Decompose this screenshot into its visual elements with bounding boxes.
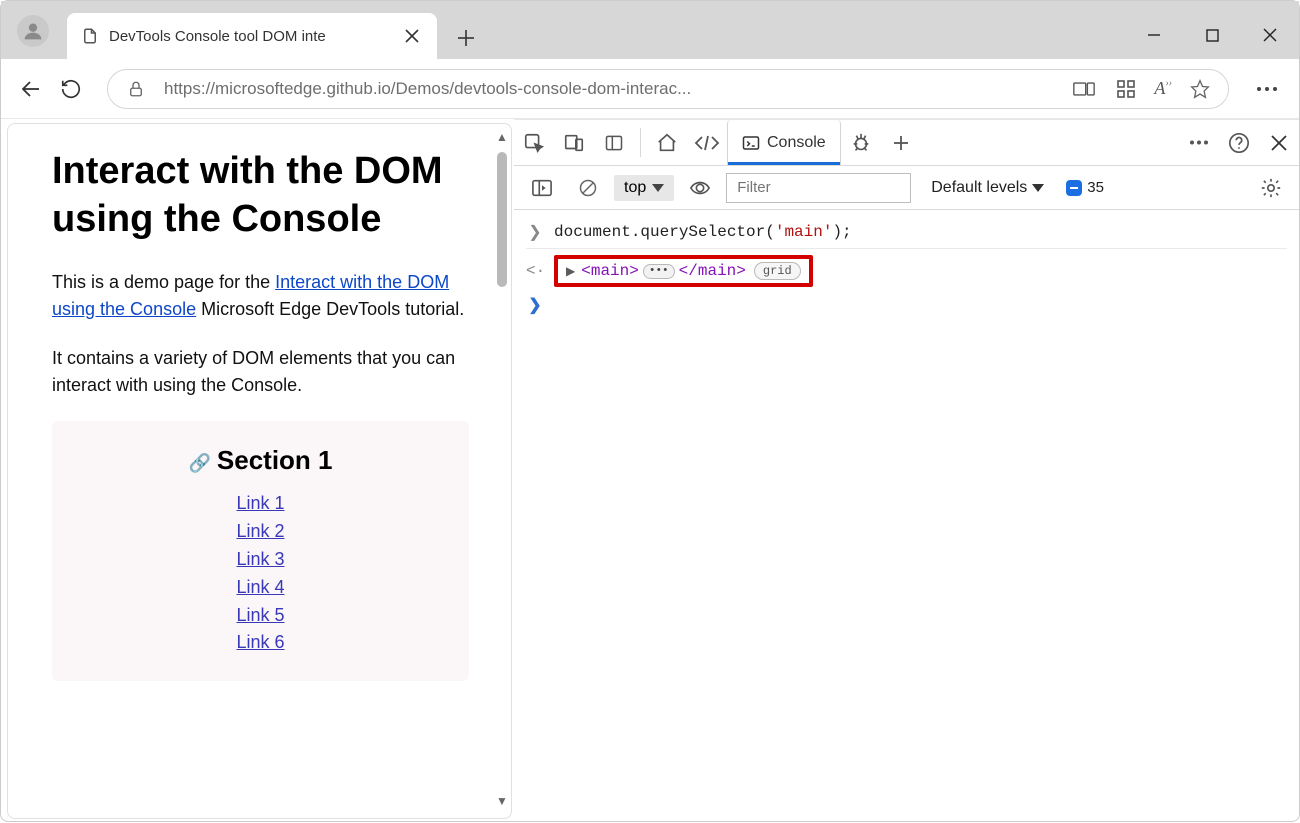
console-tab-label: Console bbox=[767, 134, 826, 152]
titlebar: DevTools Console tool DOM inte bbox=[1, 1, 1299, 59]
window-close-button[interactable] bbox=[1241, 11, 1299, 59]
scroll-thumb[interactable] bbox=[497, 152, 507, 287]
input-arrow-icon: ❯ bbox=[526, 222, 544, 242]
dock-side-icon[interactable] bbox=[594, 120, 634, 165]
issue-badge-icon bbox=[1066, 180, 1082, 196]
inspect-element-icon[interactable] bbox=[514, 120, 554, 165]
device-toggle-icon[interactable] bbox=[554, 120, 594, 165]
console-code: document.querySelector('main'); bbox=[554, 223, 852, 241]
log-levels-dropdown[interactable]: Default levels bbox=[931, 179, 1044, 197]
console-tab[interactable]: Console bbox=[727, 120, 841, 165]
intro-paragraph-1: This is a demo page for the Interact wit… bbox=[52, 269, 469, 323]
devtools-help-button[interactable] bbox=[1219, 132, 1259, 154]
expand-triangle-icon[interactable]: ▶ bbox=[566, 264, 575, 279]
section-heading: 🔗Section 1 bbox=[82, 445, 439, 476]
live-expression-icon[interactable] bbox=[680, 180, 720, 196]
section-link[interactable]: Link 3 bbox=[236, 546, 284, 574]
new-tab-button[interactable] bbox=[445, 17, 487, 59]
issues-counter[interactable]: 35 bbox=[1066, 179, 1104, 196]
devtools-close-button[interactable] bbox=[1259, 135, 1299, 151]
scroll-down-icon[interactable]: ▼ bbox=[496, 794, 508, 812]
console-result-line: <· ▶ <main> ••• </main> grid bbox=[526, 251, 1287, 291]
tab-close-icon[interactable] bbox=[401, 25, 423, 47]
add-tab-button[interactable] bbox=[881, 120, 921, 165]
elements-tab-icon[interactable] bbox=[687, 120, 727, 165]
console-toolbar: top Default levels 35 bbox=[514, 166, 1299, 210]
section-link[interactable]: Link 2 bbox=[236, 518, 284, 546]
browser-toolbar: https://microsoftedge.github.io/Demos/de… bbox=[1, 59, 1299, 119]
clear-console-icon[interactable] bbox=[568, 178, 608, 198]
reader-mode-icon[interactable] bbox=[1070, 80, 1098, 98]
chevron-down-icon bbox=[1032, 184, 1044, 192]
console-settings-icon[interactable] bbox=[1251, 177, 1291, 199]
favorite-icon[interactable] bbox=[1186, 79, 1214, 99]
anchor-icon[interactable]: 🔗 bbox=[188, 453, 210, 473]
output-arrow-icon: <· bbox=[526, 262, 544, 280]
intro-paragraph-2: It contains a variety of DOM elements th… bbox=[52, 345, 469, 399]
rendered-page: Interact with the DOM using the Console … bbox=[7, 123, 512, 819]
back-button[interactable] bbox=[11, 69, 51, 109]
context-dropdown[interactable]: top bbox=[614, 175, 674, 201]
browser-more-button[interactable] bbox=[1245, 86, 1289, 92]
issues-tab-icon[interactable] bbox=[841, 120, 881, 165]
devtools-panel: Console bbox=[514, 119, 1299, 823]
section-link[interactable]: Link 4 bbox=[236, 574, 284, 602]
toggle-sidebar-icon[interactable] bbox=[522, 179, 562, 197]
page-scrollbar[interactable]: ▲ ▼ bbox=[493, 130, 511, 812]
window-minimize-button[interactable] bbox=[1125, 11, 1183, 59]
console-prompt[interactable]: ❯ bbox=[526, 291, 1287, 319]
chevron-down-icon bbox=[652, 184, 664, 192]
devtools-tabstrip: Console bbox=[514, 120, 1299, 166]
prompt-arrow-icon: ❯ bbox=[526, 295, 544, 315]
page-heading: Interact with the DOM using the Console bbox=[52, 148, 469, 243]
ellipsis-pill[interactable]: ••• bbox=[643, 264, 675, 279]
console-output[interactable]: ❯ document.querySelector('main'); <· ▶ <… bbox=[514, 210, 1299, 823]
console-filter-input[interactable] bbox=[726, 173, 911, 203]
browser-tab[interactable]: DevTools Console tool DOM inte bbox=[67, 13, 437, 59]
section-card: 🔗Section 1 Link 1 Link 2 Link 3 Link 4 L… bbox=[52, 421, 469, 681]
url-text: https://microsoftedge.github.io/Demos/de… bbox=[164, 79, 1056, 99]
section-links: Link 1 Link 2 Link 3 Link 4 Link 5 Link … bbox=[236, 490, 284, 657]
refresh-button[interactable] bbox=[51, 69, 91, 109]
devtools-more-button[interactable] bbox=[1179, 140, 1219, 145]
section-link[interactable]: Link 6 bbox=[236, 629, 284, 657]
profile-button[interactable] bbox=[17, 15, 49, 47]
result-element-highlight[interactable]: ▶ <main> ••• </main> grid bbox=[554, 255, 813, 287]
tab-title: DevTools Console tool DOM inte bbox=[109, 28, 391, 45]
site-lock-icon[interactable] bbox=[122, 80, 150, 98]
apps-icon[interactable] bbox=[1112, 80, 1140, 98]
window-maximize-button[interactable] bbox=[1183, 11, 1241, 59]
section-link[interactable]: Link 1 bbox=[236, 490, 284, 518]
console-input-line: ❯ document.querySelector('main'); bbox=[526, 218, 1287, 246]
read-aloud-icon[interactable]: A›› bbox=[1154, 78, 1172, 99]
welcome-tab-icon[interactable] bbox=[647, 120, 687, 165]
scroll-up-icon[interactable]: ▲ bbox=[496, 130, 508, 148]
window-controls bbox=[1125, 11, 1299, 59]
section-link[interactable]: Link 5 bbox=[236, 602, 284, 630]
page-favicon-icon bbox=[81, 27, 99, 45]
grid-badge[interactable]: grid bbox=[754, 262, 801, 280]
address-bar[interactable]: https://microsoftedge.github.io/Demos/de… bbox=[107, 69, 1229, 109]
